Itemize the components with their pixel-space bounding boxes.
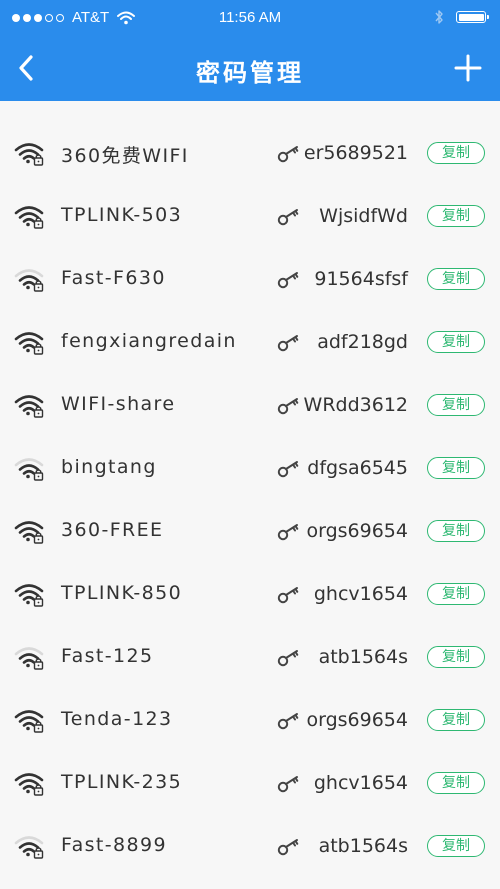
copy-button[interactable]: 复制 (427, 457, 485, 479)
wifi-lock-icon (14, 202, 46, 230)
list-item: Fast-8899 atb1564s 复制 (0, 815, 500, 878)
key-icon (277, 459, 301, 479)
list-item: 360-FREE orgs69654 复制 (0, 500, 500, 563)
wifi-lock-icon (14, 643, 46, 671)
wifi-name: fengxiangredain (61, 330, 237, 352)
header: AT&T 11:56 AM 密码管理 (0, 0, 500, 101)
key-icon (277, 711, 301, 731)
list-item: bingtang dfgsa6545 复制 (0, 437, 500, 500)
page-title: 密码管理 (196, 59, 304, 87)
copy-button[interactable]: 复制 (427, 772, 485, 794)
list-item: Fast-125 atb1564s 复制 (0, 626, 500, 689)
key-icon (277, 270, 301, 290)
key-icon (277, 648, 301, 668)
wifi-name: 360免费WIFI (61, 145, 189, 167)
wifi-password: orgs69654 (306, 709, 408, 731)
wifi-password: atb1564s (318, 835, 408, 857)
list-item: TPLINK-235 ghcv1654 复制 (0, 752, 500, 815)
wifi-password-list: 360免费WIFI er5689521 复制 TPLINK-503 WjsidfWd 复制… (0, 122, 500, 878)
battery-icon (456, 11, 489, 23)
wifi-password: ghcv1654 (313, 583, 408, 605)
wifi-password: adf218gd (317, 331, 408, 353)
wifi-lock-icon (14, 328, 46, 356)
wifi-name: Fast-125 (61, 645, 154, 667)
nav-bar: 密码管理 (0, 36, 500, 101)
wifi-name: Fast-8899 (61, 834, 167, 856)
list-item: Fast-F630 91564sfsf 复制 (0, 248, 500, 311)
list-item: TPLINK-850 ghcv1654 复制 (0, 563, 500, 626)
status-time: 11:56 AM (218, 9, 282, 26)
list-item: 360免费WIFI er5689521 复制 (0, 122, 500, 185)
list-item: TPLINK-503 WjsidfWd 复制 (0, 185, 500, 248)
wifi-name: 360-FREE (61, 519, 164, 541)
wifi-lock-icon (14, 832, 46, 860)
copy-button[interactable]: 复制 (427, 709, 485, 731)
copy-button[interactable]: 复制 (427, 331, 485, 353)
key-icon (277, 522, 301, 542)
key-icon (277, 396, 301, 416)
wifi-lock-icon (14, 517, 46, 545)
wifi-lock-icon (14, 139, 46, 167)
wifi-lock-icon (14, 706, 46, 734)
wifi-password: atb1564s (318, 646, 408, 668)
key-icon (277, 207, 301, 227)
plus-icon (454, 54, 482, 82)
wifi-lock-icon (14, 391, 46, 419)
wifi-password: WjsidfWd (319, 205, 408, 227)
wifi-name: Tenda-123 (61, 708, 173, 730)
wifi-password: dfgsa6545 (307, 457, 408, 479)
wifi-name: Fast-F630 (61, 267, 166, 289)
list-item: fengxiangredain adf218gd 复制 (0, 311, 500, 374)
status-right (434, 9, 489, 25)
copy-button[interactable]: 复制 (427, 583, 485, 605)
wifi-password: er5689521 (303, 142, 408, 164)
wifi-password: ghcv1654 (313, 772, 408, 794)
wifi-name: WIFI-share (61, 393, 176, 415)
wifi-name: TPLINK-235 (61, 771, 183, 793)
wifi-password: WRdd3612 (303, 394, 408, 416)
wifi-name: bingtang (61, 456, 157, 478)
key-icon (277, 837, 301, 857)
add-button[interactable] (448, 48, 488, 88)
copy-button[interactable]: 复制 (427, 646, 485, 668)
key-icon (277, 585, 301, 605)
copy-button[interactable]: 复制 (427, 268, 485, 290)
bluetooth-icon (435, 10, 443, 24)
key-icon (277, 774, 301, 794)
wifi-name: TPLINK-503 (61, 204, 183, 226)
list-item: WIFI-share WRdd3612 复制 (0, 374, 500, 437)
wifi-lock-icon (14, 265, 46, 293)
key-icon (277, 333, 301, 353)
wifi-lock-icon (14, 580, 46, 608)
copy-button[interactable]: 复制 (427, 142, 485, 164)
wifi-lock-icon (14, 454, 46, 482)
wifi-lock-icon (14, 769, 46, 797)
copy-button[interactable]: 复制 (427, 835, 485, 857)
copy-button[interactable]: 复制 (427, 394, 485, 416)
key-icon (277, 144, 301, 164)
wifi-password: orgs69654 (306, 520, 408, 542)
status-bar: AT&T 11:56 AM (0, 0, 500, 36)
wifi-password: 91564sfsf (314, 268, 408, 290)
wifi-name: TPLINK-850 (61, 582, 183, 604)
list-item: Tenda-123 orgs69654 复制 (0, 689, 500, 752)
copy-button[interactable]: 复制 (427, 520, 485, 542)
copy-button[interactable]: 复制 (427, 205, 485, 227)
